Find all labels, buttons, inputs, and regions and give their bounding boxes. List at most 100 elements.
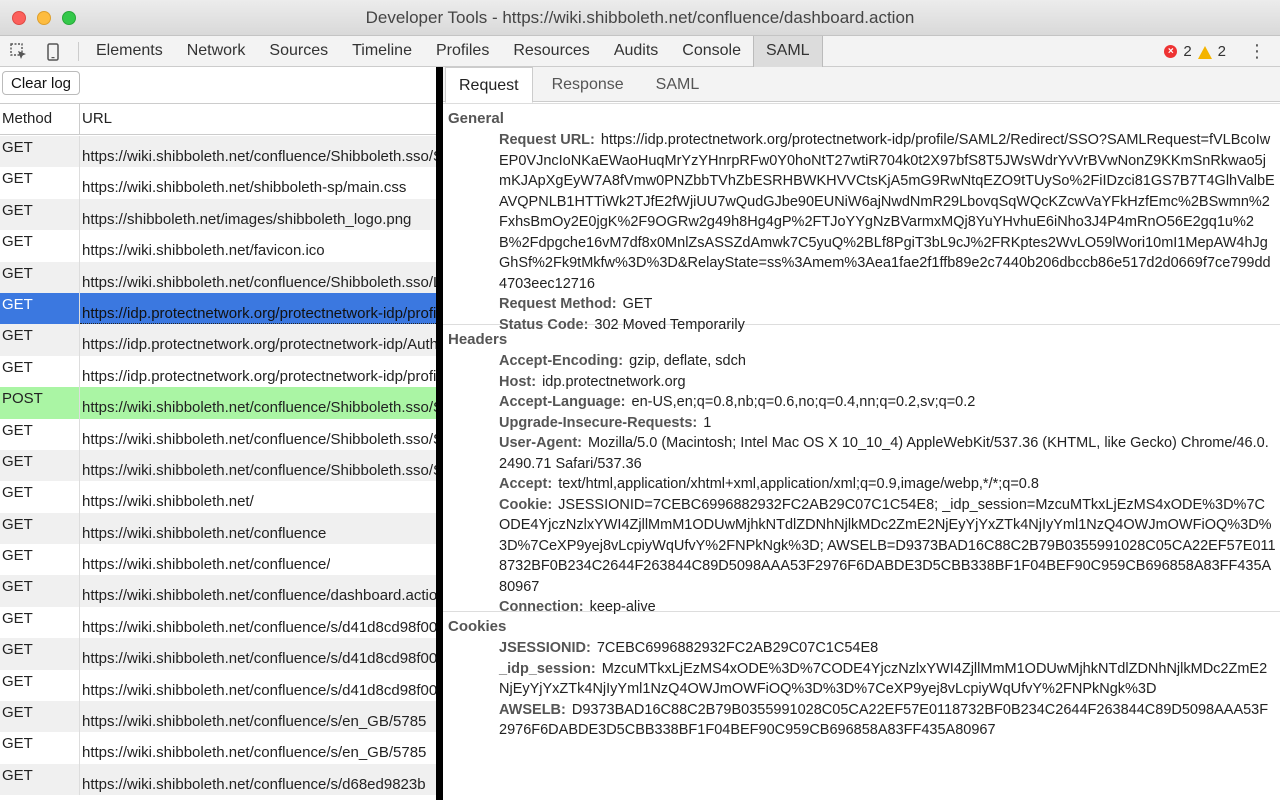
log-row[interactable]: GET https://wiki.shibboleth.net/confluenc… [0, 669, 436, 702]
accept-encoding-entry: Accept-Encoding: gzip, deflate, sdch [499, 351, 1276, 372]
log-row-url: https://wiki.shibboleth.net/confluence/S… [82, 148, 436, 165]
log-row[interactable]: GET https://wiki.shibboleth.net/confluenc… [0, 575, 436, 607]
log-row[interactable]: GET https://idp.protectnetwork.org/protec… [0, 292, 436, 325]
general-section: General Request URL: https://idp.protectn… [443, 103, 1280, 333]
devtools-toolbar: Elements Network Sources Timeline Profiles Re… [0, 36, 1280, 67]
tab-network[interactable]: Network [175, 36, 258, 67]
log-row[interactable]: GET https://wiki.shibboleth.net/confluenc… [0, 418, 436, 450]
log-row-url: https://idp.protectnetwork.org/protectne… [82, 336, 436, 354]
log-row-method: GET [0, 324, 80, 356]
log-row-url: https://wiki.shibboleth.net/confluence/s… [82, 681, 436, 699]
tab-resources[interactable]: Resources [501, 36, 601, 67]
log-row-method: GET [0, 261, 80, 293]
log-row[interactable]: GET https://wiki.shibboleth.net/shibbolet… [0, 167, 436, 199]
general-section-title[interactable]: General [443, 110, 1280, 127]
host-value: idp.protectnetwork.org [542, 373, 686, 390]
log-row-method: GET [0, 669, 80, 702]
inspect-element-icon[interactable] [4, 36, 34, 67]
log-row[interactable]: GET https://wiki.shibboleth.net/confluenc… [0, 261, 436, 293]
tab-profiles[interactable]: Profiles [424, 36, 501, 67]
log-row[interactable]: GET https://wiki.shibboleth.net/confluenc… [0, 638, 436, 670]
log-row-method: GET [0, 167, 80, 199]
pane-splitter[interactable] [436, 67, 443, 800]
tab-audits[interactable]: Audits [602, 36, 670, 67]
column-header-url[interactable]: URL [80, 104, 112, 134]
accept-label: Accept: [499, 476, 553, 492]
device-mode-icon[interactable] [38, 36, 68, 67]
upgrade-insecure-requests-label: Upgrade-Insecure-Requests: [499, 414, 698, 431]
log-row[interactable]: GET https://wiki.shibboleth.net/ [0, 481, 436, 513]
tab-console[interactable]: Console [670, 36, 753, 67]
tab-elements[interactable]: Elements [84, 36, 175, 67]
awselb-value: D9373BAD16C88C2B79B0355991028C05CA22EF57… [499, 701, 1269, 739]
close-window-button[interactable] [12, 11, 26, 25]
cookies-section-title[interactable]: Cookies [443, 618, 1280, 635]
user-agent-label: User-Agent: [499, 435, 582, 451]
log-row-url: https://wiki.shibboleth.net/favicon.ico [82, 242, 325, 260]
request-details: General Request URL: https://idp.protectn… [443, 103, 1280, 741]
log-row-url: https://wiki.shibboleth.net/shibboleth-s… [82, 179, 407, 197]
tab-sources[interactable]: Sources [257, 36, 340, 67]
subtab-request[interactable]: Request [445, 67, 533, 103]
log-row-url: https://wiki.shibboleth.net/confluence/s… [82, 618, 436, 636]
log-row-method: GET [0, 763, 80, 796]
window-title: Developer Tools - https://wiki.shibbolet… [365, 8, 915, 27]
log-row-url: https://wiki.shibboleth.net/confluence/ [82, 556, 331, 574]
connection-value: keep-alive [589, 599, 656, 615]
zoom-window-button[interactable] [62, 11, 76, 25]
log-row-url: https://wiki.shibboleth.net/confluence/S… [82, 399, 436, 417]
column-header-method[interactable]: Method [0, 104, 80, 134]
status-code-label: Status Code: [499, 316, 589, 333]
log-row[interactable]: GET https://wiki.shibboleth.net/confluenc… [0, 136, 436, 168]
log-row[interactable]: GET https://wiki.shibboleth.net/favicon.i… [0, 230, 436, 262]
subtab-response[interactable]: Response [539, 67, 637, 102]
upgrade-insecure-requests-value: 1 [703, 414, 712, 431]
tab-saml[interactable]: SAML [752, 36, 823, 67]
console-status[interactable]: × 2 2 [1164, 36, 1226, 67]
request-method-label: Request Method: [499, 296, 617, 312]
log-row[interactable]: GET https://wiki.shibboleth.net/confluenc… [0, 512, 436, 545]
subtab-saml[interactable]: SAML [643, 67, 713, 102]
log-row[interactable]: GET https://idp.protectnetwork.org/protec… [0, 355, 436, 388]
log-row-method: GET [0, 230, 80, 262]
cookie-label: Cookie: [499, 496, 553, 513]
minimize-window-button[interactable] [37, 11, 51, 25]
log-row-url: https://wiki.shibboleth.net/confluence/S… [82, 461, 436, 479]
log-row-method: POST [0, 387, 80, 419]
log-row[interactable]: GET https://wiki.shibboleth.net/confluenc… [0, 606, 436, 639]
request-method-entry: Request Method: GET [499, 294, 1276, 315]
accept-entry: Accept: text/html,application/xhtml+xml,a… [499, 474, 1276, 495]
log-row-method: GET [0, 198, 80, 231]
accept-language-value: en-US,en;q=0.8,nb;q=0.6,no;q=0.4,nn;q=0.… [631, 394, 976, 410]
log-row-method: GET [0, 606, 80, 639]
log-row[interactable]: GET https://wiki.shibboleth.net/confluenc… [0, 763, 436, 796]
log-row-method: GET [0, 449, 80, 482]
detail-tabs: Request Response SAML [443, 67, 1280, 103]
jsessionid-value: 7CEBC6996882932FC2AB29C07C1C54E8 [596, 640, 879, 656]
request-url-label: Request URL: [499, 132, 595, 148]
log-row[interactable]: GET https://shibboleth.net/images/shibbol… [0, 198, 436, 231]
awselb-entry: AWSELB: D9373BAD16C88C2B79B0355991028C05C… [499, 700, 1276, 741]
accept-encoding-value: gzip, deflate, sdch [629, 353, 746, 369]
tab-timeline[interactable]: Timeline [340, 36, 424, 67]
log-row[interactable]: GET https://wiki.shibboleth.net/confluenc… [0, 544, 436, 576]
awselb-label: AWSELB: [499, 701, 566, 718]
log-row[interactable]: GET https://idp.protectnetwork.org/protec… [0, 324, 436, 356]
idp-session-value: MzcuMTkxLjEzMS4xODE%3D%7CODE4YjczNzlxYWI… [499, 660, 1268, 698]
log-row-url: https://wiki.shibboleth.net/confluence/d… [82, 587, 436, 605]
toolbar-separator [78, 42, 79, 61]
request-url-value: https://idp.protectnetwork.org/protectne… [499, 132, 1275, 292]
log-row[interactable]: GET https://wiki.shibboleth.net/confluenc… [0, 449, 436, 482]
error-count: 2 [1183, 43, 1192, 60]
request-url-entry: Request URL: https://idp.protectnetwork.o… [499, 130, 1276, 294]
log-row[interactable]: POST https://wiki.shibboleth.net/confluen… [0, 387, 436, 419]
log-row-method: GET [0, 355, 80, 388]
log-row-url: https://wiki.shibboleth.net/confluence/s… [82, 775, 426, 793]
log-row[interactable]: GET https://wiki.shibboleth.net/confluenc… [0, 701, 436, 733]
idp-session-label: _idp_session: [499, 660, 596, 677]
log-row[interactable]: GET https://wiki.shibboleth.net/confluenc… [0, 732, 436, 764]
clear-log-button[interactable]: Clear log [2, 71, 81, 95]
warning-count: 2 [1217, 43, 1226, 60]
more-options-icon[interactable]: ⋮ [1248, 36, 1266, 67]
log-row-url: https://wiki.shibboleth.net/confluence/s… [82, 650, 436, 668]
